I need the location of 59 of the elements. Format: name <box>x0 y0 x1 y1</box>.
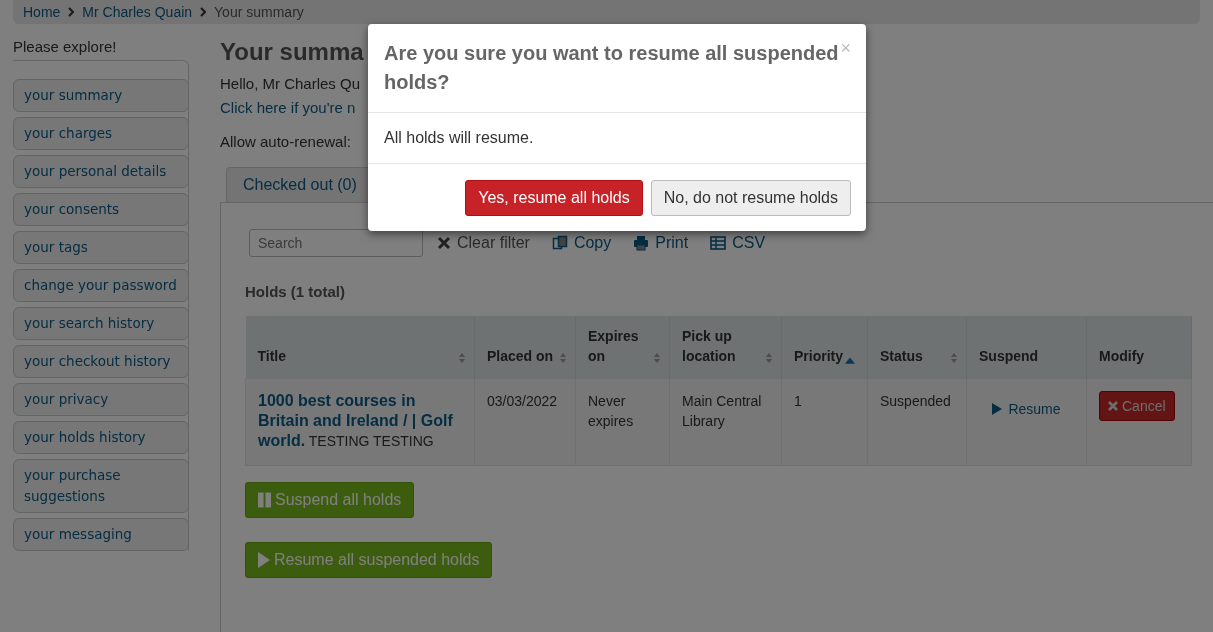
page-heading: Your summa <box>220 38 365 67</box>
sidebar-heading: Please explore! <box>13 38 118 57</box>
sidebar-item[interactable]: your holds history <box>13 421 189 454</box>
auto-renewal-label: Allow auto-renewal: <box>220 132 352 152</box>
breadcrumb-link[interactable]: Home <box>23 4 61 20</box>
sidebar-item[interactable]: your consents <box>13 193 189 226</box>
suspend-all-button[interactable]: Suspend all holds <box>245 482 415 518</box>
cancel-button[interactable]: Cancel <box>1099 391 1175 421</box>
table-cell: 1 <box>781 378 868 466</box>
toolbar-button[interactable]: CSV <box>710 234 766 252</box>
pause-icon <box>258 492 271 508</box>
play-icon <box>992 403 1003 415</box>
breadcrumb-link[interactable]: Mr Charles Quain <box>82 4 193 20</box>
holds-heading: Holds (1 total) <box>245 283 346 300</box>
dialog-message: All holds will resume. <box>368 113 866 164</box>
search-field[interactable]: Search <box>249 229 423 257</box>
cancel-dialog-button[interactable]: No, do not resume holds <box>650 180 851 216</box>
column-header[interactable]: Status <box>867 316 967 379</box>
sidebar-item[interactable]: your privacy <box>13 383 189 416</box>
column-header[interactable]: Placed on <box>474 316 576 379</box>
close-icon <box>437 236 451 250</box>
close-icon <box>1108 401 1118 411</box>
title-cell: 1000 best courses in Britain and Ireland / | Golf world. TESTING TESTING <box>245 378 475 466</box>
play-icon <box>258 552 270 568</box>
table-icon <box>710 236 727 250</box>
sidebar-item[interactable]: your tags <box>13 231 189 264</box>
confirm-button[interactable]: Yes, resume all holds <box>465 180 643 216</box>
column-header[interactable]: Priority <box>781 316 868 379</box>
chevron-icon <box>200 7 207 17</box>
column-header[interactable]: Pick up location <box>669 316 782 379</box>
table-cell: 03/03/2022 <box>474 378 576 466</box>
column-header: Modify <box>1086 316 1192 379</box>
greeting-text: Hello, Mr Charles Qu <box>220 74 362 94</box>
sidebar-item[interactable]: change your password <box>13 269 189 302</box>
not-you-link[interactable]: Click here if you're n <box>220 96 368 120</box>
toolbar-button[interactable]: Print <box>633 234 689 252</box>
sidebar-item[interactable]: your summary <box>13 79 189 112</box>
print-icon <box>633 235 650 251</box>
column-header: Suspend <box>966 316 1087 379</box>
sidebar-item[interactable]: your charges <box>13 117 189 150</box>
breadcrumb-current: Your summary <box>214 4 304 20</box>
table-cell: Main Central Library <box>669 378 782 466</box>
sidebar-item[interactable]: your checkout history <box>13 345 189 378</box>
table-cell: Suspended <box>867 378 967 466</box>
resume-all-button[interactable]: Resume all suspended holds <box>245 542 493 578</box>
sidebar-item[interactable]: your search history <box>13 307 189 340</box>
sidebar-item[interactable]: your personal details <box>13 155 189 188</box>
chevron-icon <box>68 7 75 17</box>
copy-icon <box>551 235 568 251</box>
column-header[interactable]: Expires on <box>575 316 670 379</box>
toolbar-button[interactable]: Copy <box>551 234 612 252</box>
toolbar-button[interactable]: Clear filter <box>437 234 530 252</box>
dialog-title: Are you sure you want to resume all suspended holds? <box>384 41 840 95</box>
close-button[interactable]: × <box>840 39 851 57</box>
sidebar-item[interactable]: your purchase suggestions <box>13 459 189 513</box>
resume-link[interactable]: Resume <box>992 399 1061 419</box>
table-cell: Never expires <box>575 378 670 466</box>
sidebar-item[interactable]: your messaging <box>13 518 189 551</box>
column-header[interactable]: Title <box>245 316 475 379</box>
